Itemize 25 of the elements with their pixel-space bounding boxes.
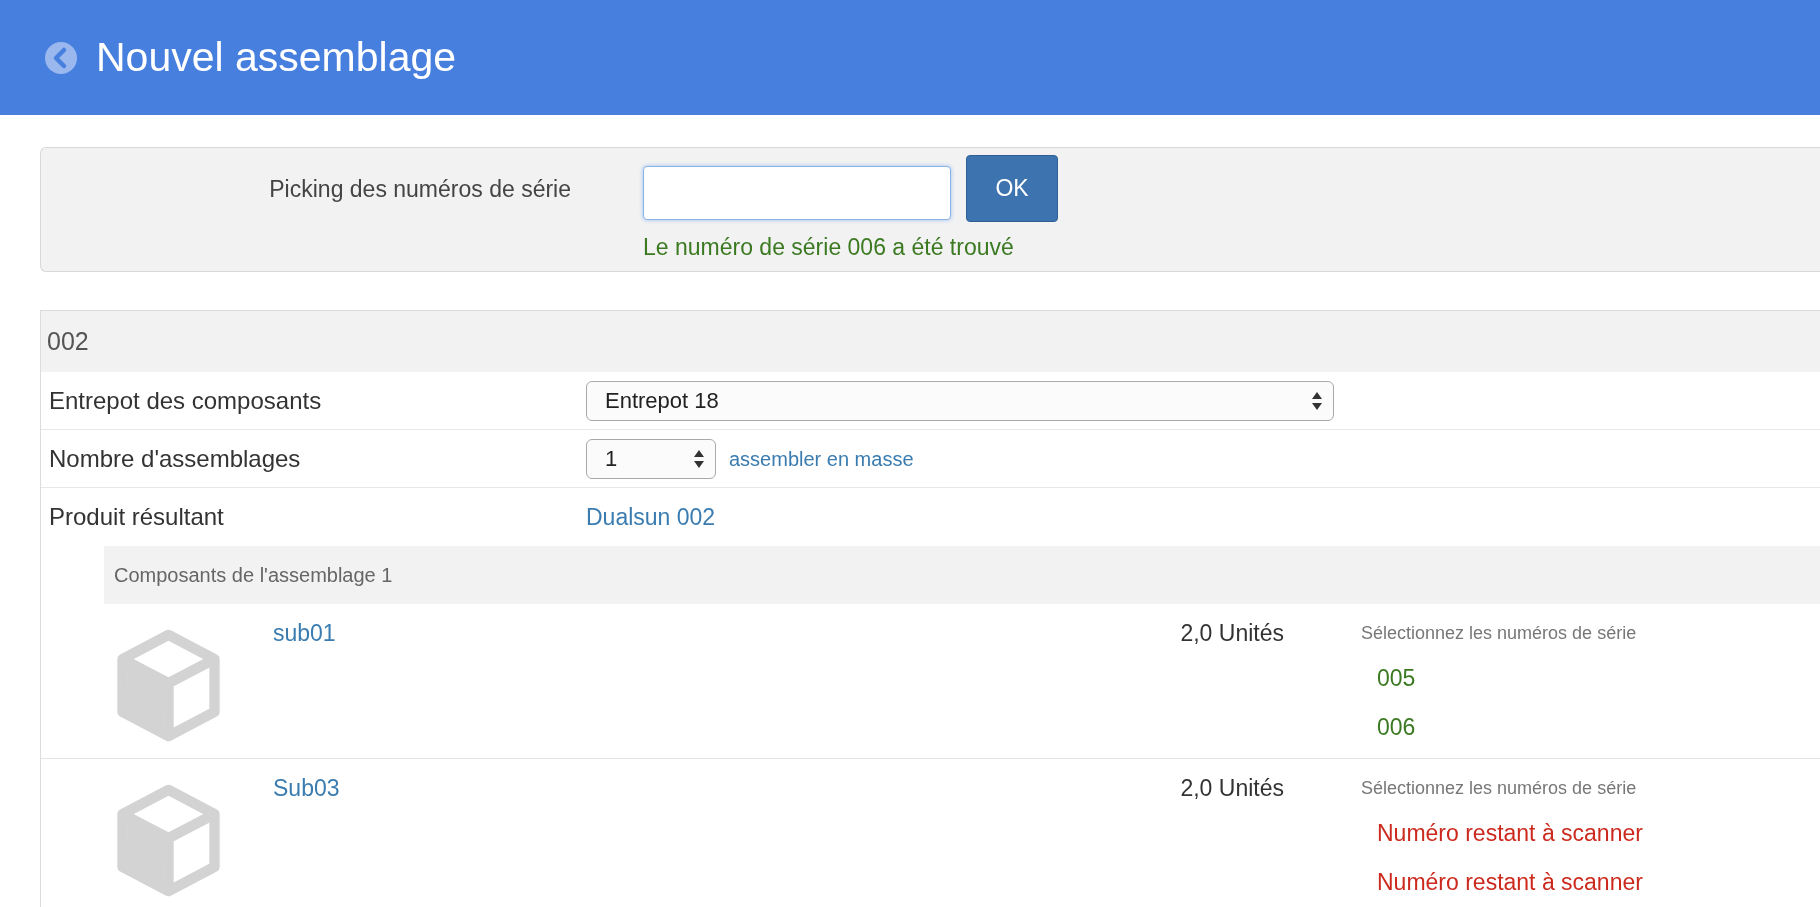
serial-number: Numéro restant à scanner — [1377, 819, 1643, 848]
back-icon[interactable] — [44, 40, 78, 75]
field-label: Produit résultant — [48, 502, 225, 532]
component-quantity: 2,0 Unités — [1179, 774, 1284, 803]
component-link[interactable]: sub01 — [273, 616, 533, 651]
page-title: Nouvel assemblage — [96, 32, 457, 82]
success-message: Le numéro de série 006 a été trouvé — [643, 233, 1015, 262]
assembly-title: 002 — [47, 325, 89, 357]
product-link[interactable]: Dualsun 002 — [586, 499, 716, 535]
serial-number: Numéro restant à scanner — [1377, 867, 1643, 897]
serial-input-field[interactable] — [643, 165, 951, 220]
serial-number: 006 — [1377, 712, 1416, 742]
serial-number: 005 — [1377, 664, 1416, 693]
components-title: Composants de l'assemblage 1 — [114, 563, 393, 588]
picking-label: Picking des numéros de série — [268, 175, 571, 204]
field-label: Entrepot des composants — [48, 385, 323, 416]
ok-button[interactable]: OK — [966, 155, 1058, 222]
field-label: Nombre d'assemblages — [48, 443, 302, 474]
mass-assemble-link[interactable]: assembler en masse — [729, 443, 914, 474]
serials-label: Sélectionnez les numéros de série — [1361, 622, 1637, 645]
warehouse-select[interactable]: Entrepot 18 — [586, 380, 1334, 421]
component-quantity: 2,0 Unités — [1179, 619, 1284, 648]
serials-label: Sélectionnez les numéros de série — [1361, 777, 1638, 800]
component-link[interactable]: Sub03 — [273, 771, 533, 806]
quantity-select[interactable]: 1 — [586, 438, 716, 479]
